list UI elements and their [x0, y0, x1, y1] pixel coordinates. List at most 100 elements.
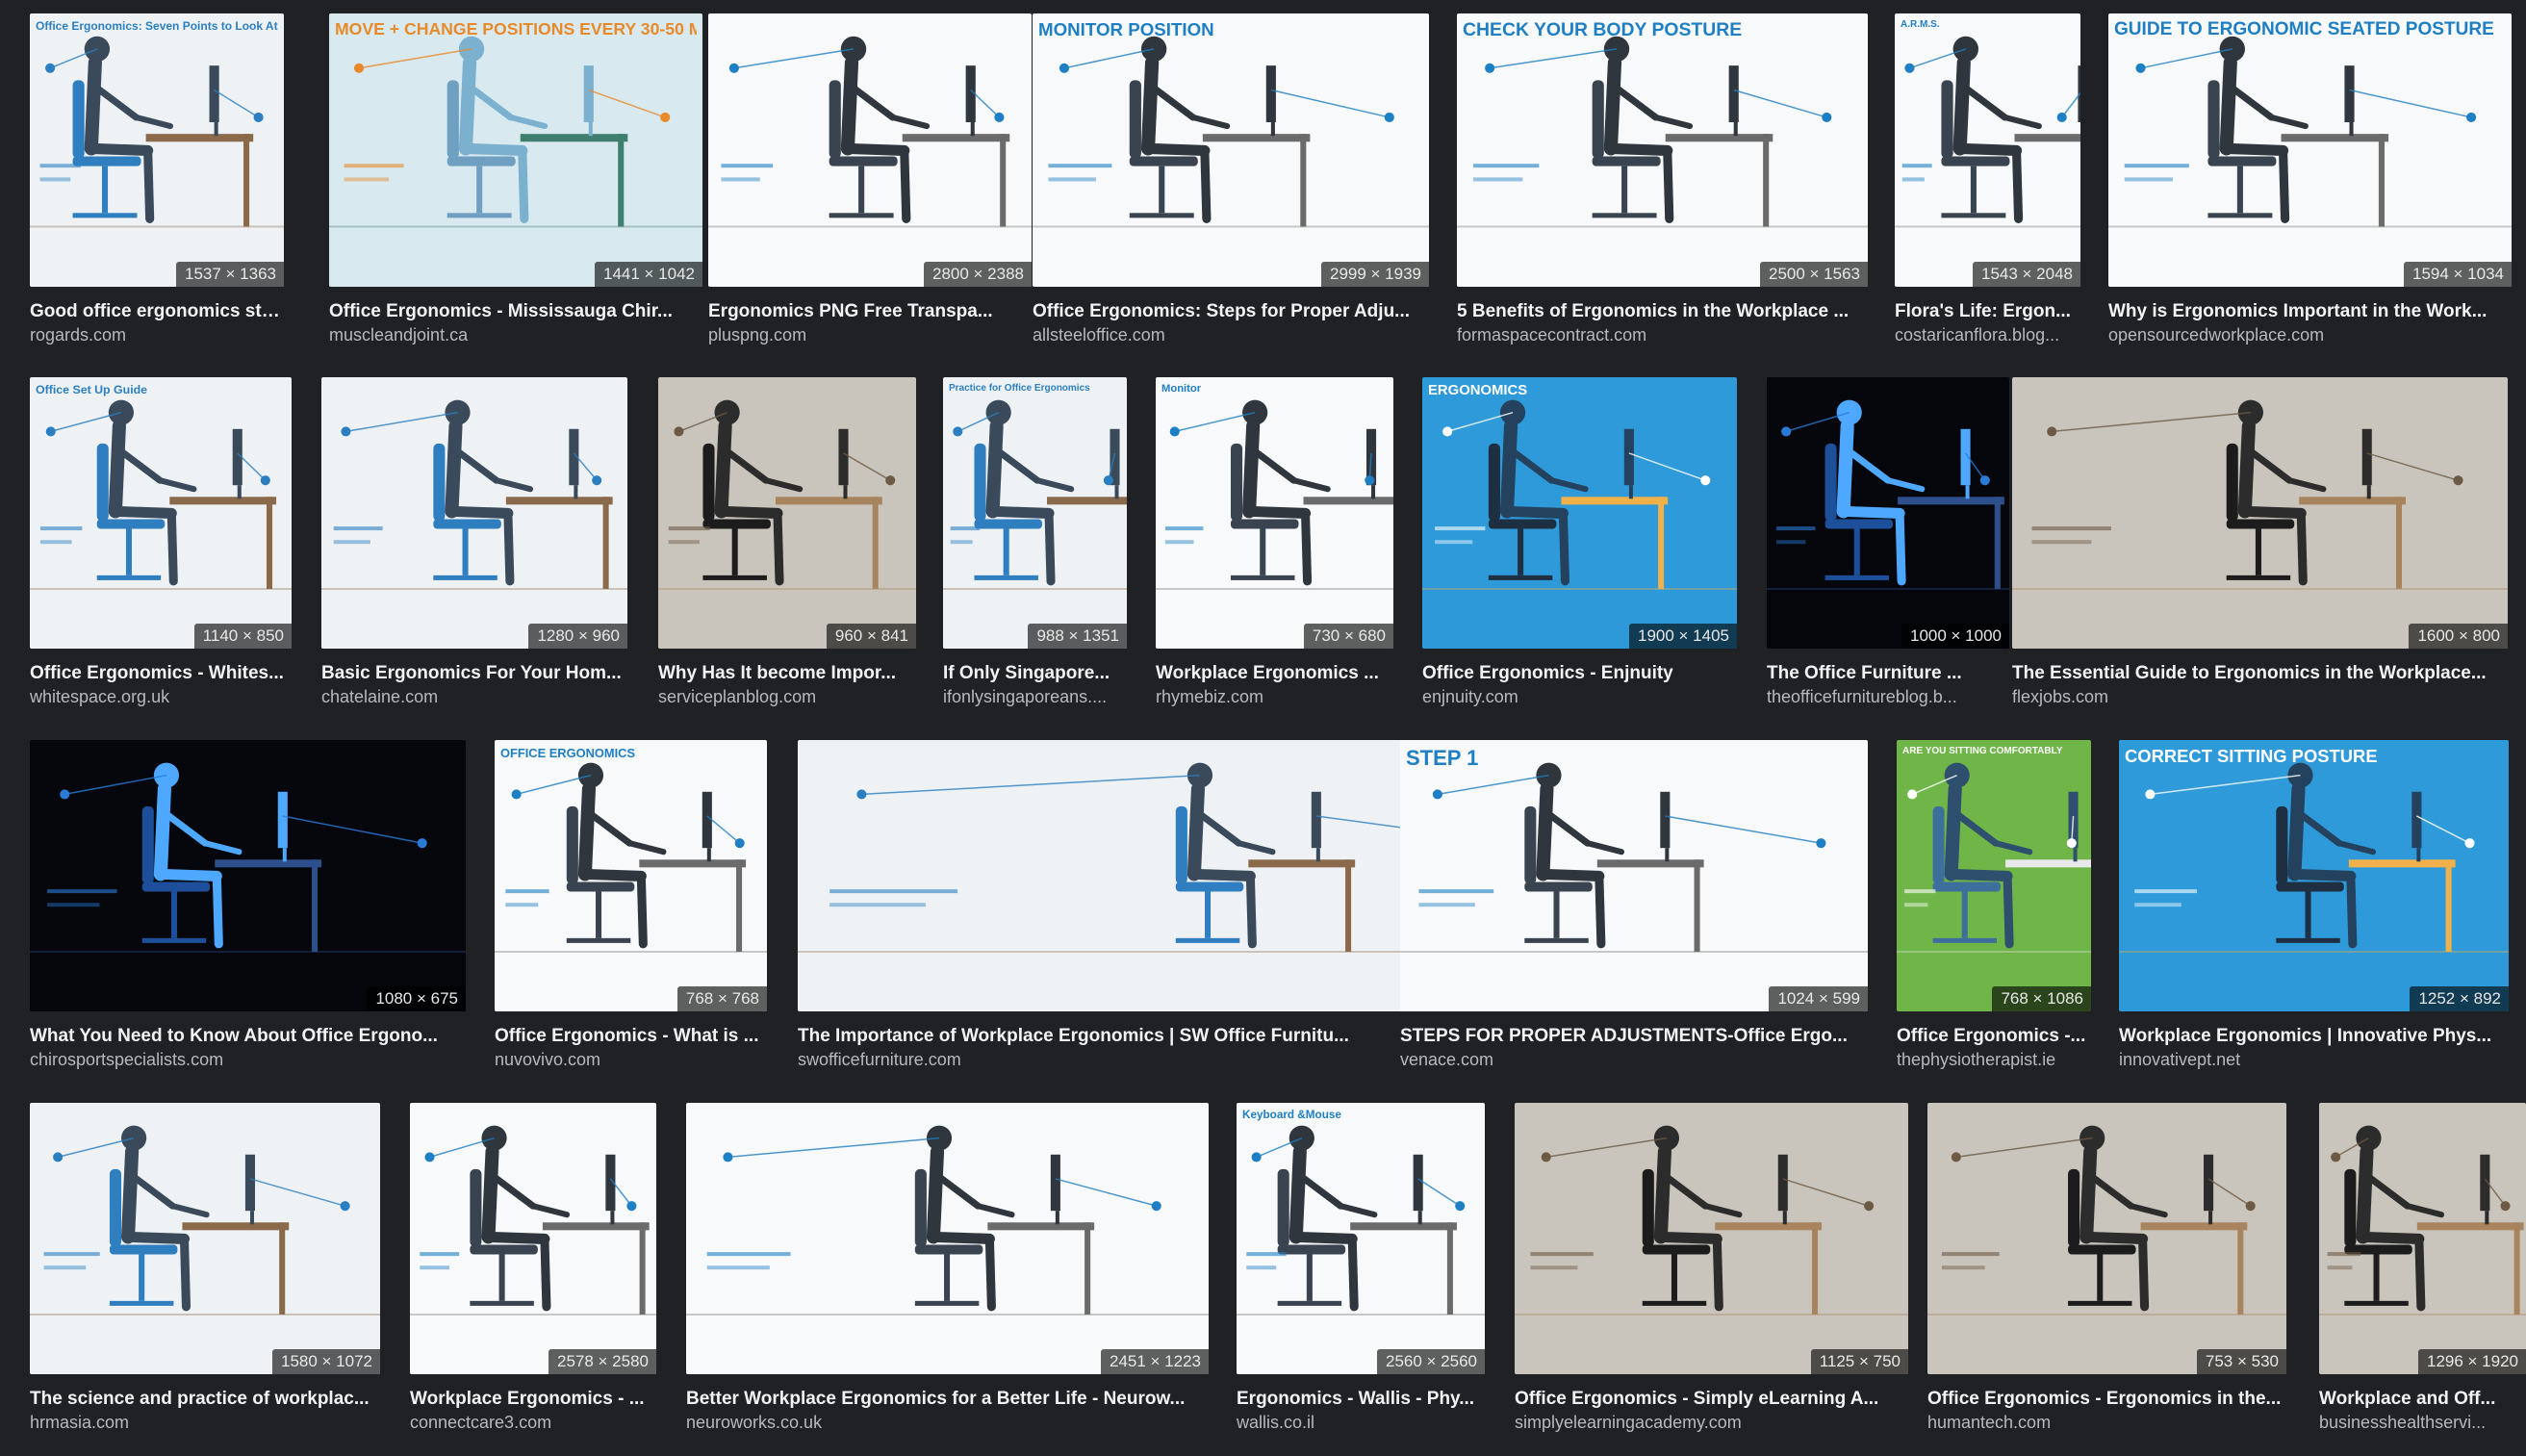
image-result[interactable]: MONITOR POSITION 2999 × 1939 Office Ergono… [1033, 13, 1429, 345]
image-result[interactable]: Office Ergonomics: Seven Points to Look … [30, 13, 284, 345]
result-title[interactable]: Why is Ergonomics Important in the Work.… [2108, 300, 2512, 323]
result-title[interactable]: Office Ergonomics -... [1897, 1025, 2091, 1048]
result-title[interactable]: 5 Benefits of Ergonomics in the Workplac… [1457, 300, 1868, 323]
result-title[interactable]: Why Has It become Impor... [658, 662, 916, 685]
result-title[interactable]: Office Ergonomics: Steps for Proper Adju… [1033, 300, 1429, 323]
result-thumbnail[interactable]: Monitor 730 × 680 [1156, 377, 1393, 649]
result-source[interactable]: simplyelearningacademy.com [1515, 1412, 1908, 1433]
result-thumbnail[interactable]: GUIDE TO ERGONOMIC SEATED POSTURE 1594 × … [2108, 13, 2512, 287]
result-title[interactable]: Office Ergonomics - What is ... [495, 1025, 767, 1048]
image-result[interactable]: 2451 × 1223 Better Workplace Ergonomics f… [686, 1103, 1209, 1433]
result-source[interactable]: businesshealthservi... [2319, 1412, 2526, 1433]
result-title[interactable]: If Only Singapore... [943, 662, 1127, 685]
result-source[interactable]: serviceplanblog.com [658, 686, 916, 707]
result-source[interactable]: neuroworks.co.uk [686, 1412, 1209, 1433]
result-title[interactable]: Flora's Life: Ergon... [1895, 300, 2080, 323]
image-result[interactable]: A.R.M.S. 1543 × 2048 Flora's Life: Ergon..… [1895, 13, 2080, 345]
result-source[interactable]: chatelaine.com [321, 686, 627, 707]
image-result[interactable]: 1600 × 800 The Essential Guide to Ergonom… [2012, 377, 2508, 707]
image-result[interactable]: 1580 × 1072 The science and practice of w… [30, 1103, 380, 1433]
result-thumbnail[interactable]: Office Ergonomics: Seven Points to Look … [30, 13, 284, 287]
result-thumbnail[interactable]: 1280 × 960 [321, 377, 627, 649]
image-result[interactable]: ERGONOMICS 1900 × 1405 Office Ergonomics -… [1422, 377, 1737, 707]
result-source[interactable]: opensourcedworkplace.com [2108, 324, 2512, 345]
result-thumbnail[interactable]: 2451 × 1223 [686, 1103, 1209, 1374]
result-thumbnail[interactable]: 2578 × 2580 [410, 1103, 656, 1374]
result-title[interactable]: Office Ergonomics - Mississauga Chir... [329, 300, 702, 323]
result-title[interactable]: Office Ergonomics - Whites... [30, 662, 292, 685]
result-source[interactable]: theofficefurnitureblog.b... [1767, 686, 2009, 707]
result-source[interactable]: muscleandjoint.ca [329, 324, 702, 345]
result-thumbnail[interactable]: ERGONOMICS 1900 × 1405 [1422, 377, 1737, 649]
result-source[interactable]: pluspng.com [708, 324, 1032, 345]
result-title[interactable]: The Office Furniture ... [1767, 662, 2009, 685]
result-thumbnail[interactable]: MOVE + CHANGE POSITIONS EVERY 30-50 MINU… [329, 13, 702, 287]
result-thumbnail[interactable]: 1000 × 1000 [1767, 377, 2009, 649]
result-title[interactable]: The science and practice of workplac... [30, 1388, 380, 1411]
result-thumbnail[interactable]: A.R.M.S. 1543 × 2048 [1895, 13, 2080, 287]
image-result[interactable]: GUIDE TO ERGONOMIC SEATED POSTURE 1594 × … [2108, 13, 2512, 345]
result-source[interactable]: whitespace.org.uk [30, 686, 292, 707]
result-thumbnail[interactable]: CHECK YOUR BODY POSTURE 2500 × 1563 [1457, 13, 1868, 287]
result-title[interactable]: Office Ergonomics - Ergonomics in the... [1927, 1388, 2286, 1411]
image-result[interactable]: CHECK YOUR BODY POSTURE 2500 × 1563 5 Bene… [1457, 13, 1868, 345]
result-title[interactable]: Good office ergonomics sta... [30, 300, 284, 323]
result-thumbnail[interactable]: 1580 × 1072 [30, 1103, 380, 1374]
image-result[interactable]: Office Set Up Guide 1140 × 850 Office Ergo… [30, 377, 292, 707]
result-thumbnail[interactable]: ARE YOU SITTING COMFORTABLY 768 × 1086 [1897, 740, 2091, 1011]
result-source[interactable]: enjnuity.com [1422, 686, 1737, 707]
image-result[interactable]: 1080 × 675 What You Need to Know About Of… [30, 740, 466, 1070]
result-thumbnail[interactable]: 1600 × 800 [2012, 377, 2508, 649]
image-result[interactable]: MOVE + CHANGE POSITIONS EVERY 30-50 MINU… [329, 13, 702, 345]
image-result[interactable]: OFFICE ERGONOMICS 768 × 768 Office Ergonom… [495, 740, 767, 1070]
image-result[interactable]: 1280 × 960 Basic Ergonomics For Your Hom.… [321, 377, 627, 707]
image-result[interactable]: 2578 × 2580 Workplace Ergonomics - ... con… [410, 1103, 656, 1433]
result-thumbnail[interactable]: 1125 × 750 [1515, 1103, 1908, 1374]
image-result[interactable]: STEP 1 1024 × 599 STEPS FOR PROPER ADJUSTM… [1400, 740, 1868, 1070]
image-result[interactable]: CORRECT SITTING POSTURE 1252 × 892 Workpla… [2119, 740, 2509, 1070]
result-title[interactable]: Ergonomics PNG Free Transpa... [708, 300, 1032, 323]
result-title[interactable]: Workplace Ergonomics | Innovative Phys..… [2119, 1025, 2509, 1048]
result-source[interactable]: nuvovivo.com [495, 1049, 767, 1070]
result-thumbnail[interactable]: 960 × 841 [658, 377, 916, 649]
image-result[interactable]: 753 × 530 Office Ergonomics - Ergonomics … [1927, 1103, 2286, 1433]
result-title[interactable]: Workplace Ergonomics - ... [410, 1388, 656, 1411]
result-thumbnail[interactable]: MONITOR POSITION 2999 × 1939 [1033, 13, 1429, 287]
result-source[interactable]: allsteeloffice.com [1033, 324, 1429, 345]
result-thumbnail[interactable]: Office Set Up Guide 1140 × 850 [30, 377, 292, 649]
result-source[interactable]: hrmasia.com [30, 1412, 380, 1433]
image-result[interactable]: Practice for Office Ergonomics 988 × 1351… [943, 377, 1127, 707]
result-source[interactable]: thephysiotherapist.ie [1897, 1049, 2091, 1070]
result-title[interactable]: Office Ergonomics - Enjnuity [1422, 662, 1737, 685]
result-title[interactable]: Workplace Ergonomics ... [1156, 662, 1393, 685]
result-thumbnail[interactable]: 1296 × 1920 [2319, 1103, 2526, 1374]
image-result[interactable]: 1125 × 750 Office Ergonomics - Simply eLe… [1515, 1103, 1908, 1433]
result-title[interactable]: STEPS FOR PROPER ADJUSTMENTS-Office Ergo… [1400, 1025, 1868, 1048]
image-result[interactable]: 960 × 841 Why Has It become Impor... servi… [658, 377, 916, 707]
result-source[interactable]: chirosportspecialists.com [30, 1049, 466, 1070]
image-result[interactable]: Monitor 730 × 680 Workplace Ergonomics ...… [1156, 377, 1393, 707]
image-result[interactable]: Keyboard &Mouse 2560 × 2560 Ergonomics - W… [1237, 1103, 1485, 1433]
result-thumbnail[interactable]: Keyboard &Mouse 2560 × 2560 [1237, 1103, 1485, 1374]
result-source[interactable]: connectcare3.com [410, 1412, 656, 1433]
result-source[interactable]: ifonlysingaporeans.... [943, 686, 1127, 707]
image-result[interactable]: 1296 × 1920 Workplace and Off... businessh… [2319, 1103, 2526, 1433]
result-source[interactable]: venace.com [1400, 1049, 1868, 1070]
result-title[interactable]: Office Ergonomics - Simply eLearning A..… [1515, 1388, 1908, 1411]
result-thumbnail[interactable]: 1080 × 675 [30, 740, 466, 1011]
image-result[interactable]: 1000 × 1000 The Office Furniture ... theof… [1767, 377, 2009, 707]
image-result[interactable]: 2800 × 2388 Ergonomics PNG Free Transpa..… [708, 13, 1032, 345]
result-source[interactable]: humantech.com [1927, 1412, 2286, 1433]
result-source[interactable]: rhymebiz.com [1156, 686, 1393, 707]
result-source[interactable]: formaspacecontract.com [1457, 324, 1868, 345]
result-title[interactable]: Ergonomics - Wallis - Phy... [1237, 1388, 1485, 1411]
result-source[interactable]: innovativept.net [2119, 1049, 2509, 1070]
result-source[interactable]: costaricanflora.blog... [1895, 324, 2080, 345]
result-title[interactable]: Workplace and Off... [2319, 1388, 2526, 1411]
result-thumbnail[interactable]: 753 × 530 [1927, 1103, 2286, 1374]
result-source[interactable]: wallis.co.il [1237, 1412, 1485, 1433]
result-source[interactable]: flexjobs.com [2012, 686, 2508, 707]
result-source[interactable]: rogards.com [30, 324, 284, 345]
result-title[interactable]: Basic Ergonomics For Your Hom... [321, 662, 627, 685]
image-result[interactable]: ARE YOU SITTING COMFORTABLY 768 × 1086 Off… [1897, 740, 2091, 1070]
